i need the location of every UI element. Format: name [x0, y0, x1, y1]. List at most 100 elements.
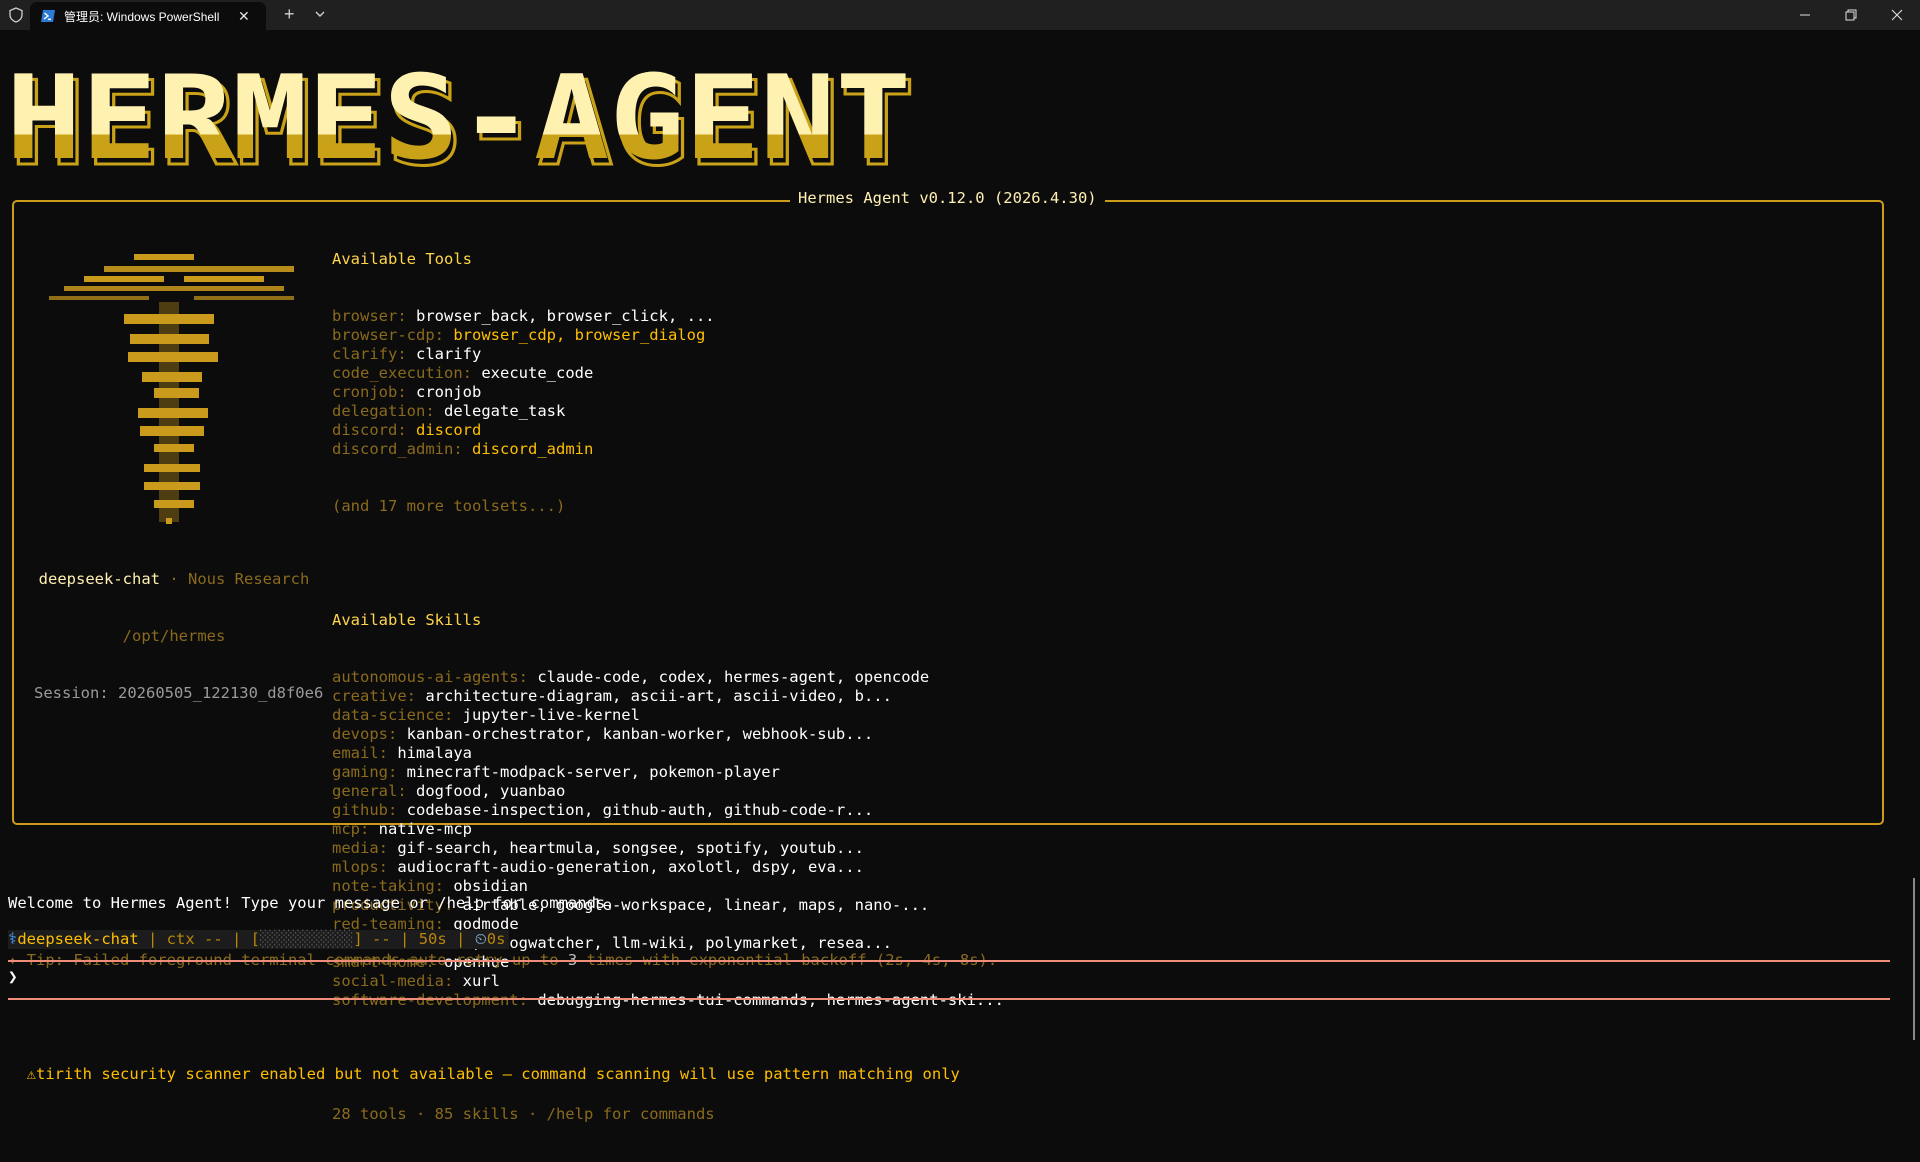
skill-items: architecture-diagram, ascii-art, ascii-v…: [425, 687, 892, 705]
skill-items: dogfood, yuanbao: [416, 782, 566, 800]
context-bar-close: ]: [353, 930, 363, 948]
context-percent: --: [372, 930, 391, 948]
tool-items: clarify: [416, 345, 482, 363]
skill-category: mcp:: [332, 820, 370, 838]
powershell-icon: [41, 10, 55, 22]
message-log: Welcome to Hermes Agent! Type your messa…: [8, 856, 997, 1122]
skill-row: autonomous-ai-agents: claude-code, codex…: [332, 668, 1004, 687]
tool-row: cronjob: cronjob: [332, 383, 1004, 402]
tools-more: (and 17 more toolsets...): [332, 497, 566, 515]
skill-category: media:: [332, 839, 388, 857]
chevron-down-icon[interactable]: [314, 6, 326, 22]
tool-row: clarify: clarify: [332, 345, 1004, 364]
skill-items: native-mcp: [378, 820, 472, 838]
banner-version-title: Hermes Agent v0.12.0 (2026.4.30): [790, 188, 1105, 208]
tool-items: discord: [416, 421, 482, 439]
restore-button[interactable]: [1828, 0, 1874, 30]
minimize-button[interactable]: [1782, 0, 1828, 30]
new-tab-button[interactable]: +: [284, 4, 295, 24]
skill-row: github: codebase-inspection, github-auth…: [332, 801, 1004, 820]
welcome-message: Welcome to Hermes Agent! Type your messa…: [8, 894, 615, 912]
status-sep: |: [446, 930, 475, 948]
svg-text:HERMES-AGENT: HERMES-AGENT: [6, 54, 911, 186]
model-name: deepseek-chat: [38, 570, 160, 588]
context-bar-fill: ░░░░░░░░░░: [260, 930, 354, 948]
tool-category: delegation:: [332, 402, 435, 420]
status-ctx: ctx --: [166, 930, 223, 948]
status-model: deepseek-chat: [17, 930, 139, 948]
tool-category: cronjob:: [332, 383, 407, 401]
tool-category: code_execution:: [332, 364, 472, 382]
skill-row: email: himalaya: [332, 744, 1004, 763]
skill-row: devops: kanban-orchestrator, kanban-work…: [332, 725, 1004, 744]
terminal-area[interactable]: HERMES-AGENT HERMES-AGENT Hermes Agent v…: [0, 30, 1920, 1123]
skill-items: gif-search, heartmula, songsee, spotify,…: [397, 839, 864, 857]
minimize-icon: [1800, 14, 1810, 16]
model-status-icon: ⚕: [8, 930, 18, 948]
warning-icon: ⚠: [26, 1065, 37, 1083]
skill-category: data-science:: [332, 706, 454, 724]
warning-text: tirith security scanner enabled but not …: [36, 1065, 960, 1083]
separator-dot: ·: [160, 570, 188, 588]
skill-row: mcp: native-mcp: [332, 820, 1004, 839]
tool-row: discord: discord: [332, 421, 1004, 440]
tool-items: execute_code: [481, 364, 594, 382]
title-bar: 管理员: Windows PowerShell ✕ +: [0, 0, 1920, 30]
tool-items: browser_back, browser_click, ...: [416, 307, 715, 325]
skill-items: minecraft-modpack-server, pokemon-player: [406, 763, 780, 781]
skill-category: autonomous-ai-agents:: [332, 668, 528, 686]
skill-items: himalaya: [397, 744, 472, 762]
session-info: deepseek-chat · Nous Research /opt/herme…: [34, 532, 324, 741]
status-sep: |: [138, 930, 167, 948]
scrollbar[interactable]: [1913, 878, 1915, 1040]
tab-powershell[interactable]: 管理员: Windows PowerShell ✕: [30, 2, 266, 30]
install-path: /opt/hermes: [122, 627, 226, 645]
session-id: Session: 20260505_122130_d8f0e6: [34, 684, 324, 702]
skill-category: email:: [332, 744, 388, 762]
status-sep: |: [222, 930, 251, 948]
tool-items: discord_admin: [472, 440, 594, 458]
tools-heading: Available Tools: [332, 250, 472, 268]
tool-category: clarify:: [332, 345, 407, 363]
skill-items: jupyter-live-kernel: [462, 706, 640, 724]
restore-icon: [1845, 9, 1857, 21]
close-icon: [1891, 9, 1903, 21]
skill-category: github:: [332, 801, 398, 819]
tool-category: browser:: [332, 307, 407, 325]
skill-category: gaming:: [332, 763, 398, 781]
tool-row: delegation: delegate_task: [332, 402, 1004, 421]
skills-heading: Available Skills: [332, 611, 482, 629]
tool-category: discord_admin:: [332, 440, 463, 458]
skill-items: kanban-orchestrator, kanban-worker, webh…: [406, 725, 874, 743]
tool-row: discord_admin: discord_admin: [332, 440, 1004, 459]
input-prompt[interactable]: ❯: [8, 967, 18, 987]
close-window-button[interactable]: [1874, 0, 1920, 30]
shield-icon: [9, 7, 23, 23]
timer-value: 0s: [486, 930, 506, 948]
tab-title: 管理员: Windows PowerShell: [64, 9, 220, 24]
status-sep: |: [390, 930, 419, 948]
tool-items: cronjob: [416, 383, 482, 401]
tool-items: browser_cdp, browser_dialog: [453, 326, 706, 344]
timer-icon: ⏲: [474, 930, 487, 948]
caduceus-art-icon: [49, 254, 294, 524]
status-bar: ⚕deepseek-chat | ctx -- | [░░░░░░░░░░] -…: [8, 930, 510, 949]
skill-row: data-science: jupyter-live-kernel: [332, 706, 1004, 725]
skill-category: devops:: [332, 725, 398, 743]
tool-items: delegate_task: [444, 402, 566, 420]
input-top-rule: [8, 960, 1890, 962]
elapsed-time: 50s: [418, 930, 447, 948]
tool-category: discord:: [332, 421, 407, 439]
skill-row: general: dogfood, yuanbao: [332, 782, 1004, 801]
tool-row: browser-cdp: browser_cdp, browser_dialog: [332, 326, 1004, 345]
tab-close-icon[interactable]: ✕: [238, 8, 250, 24]
skill-category: general:: [332, 782, 407, 800]
org-name: Nous Research: [188, 570, 310, 588]
context-bar-open: [: [250, 930, 261, 948]
skill-row: gaming: minecraft-modpack-server, pokemo…: [332, 763, 1004, 782]
tools-list: browser: browser_back, browser_click, ..…: [332, 307, 1004, 459]
skill-items: claude-code, codex, hermes-agent, openco…: [537, 668, 930, 686]
skill-category: creative:: [332, 687, 416, 705]
tool-row: browser: browser_back, browser_click, ..…: [332, 307, 1004, 326]
warning-line: ⚠tirith security scanner enabled but not…: [8, 1065, 997, 1084]
